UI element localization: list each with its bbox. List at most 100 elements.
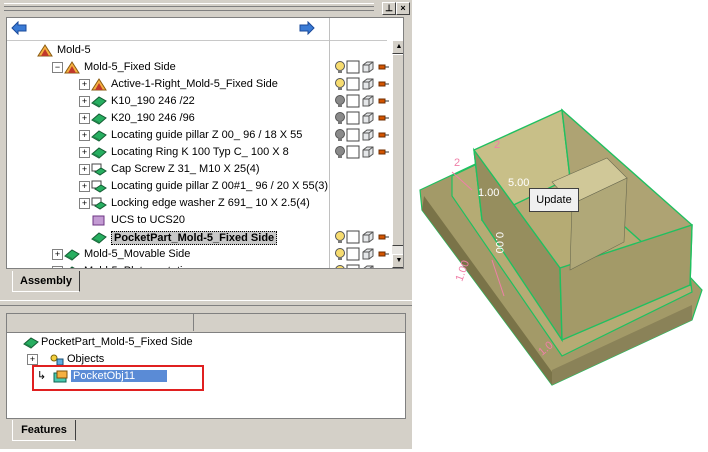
solid-box-icon[interactable] — [361, 247, 375, 261]
assembly-tree-item[interactable]: + K20_190 246 /96 — [7, 110, 389, 127]
visibility-bulb-icon[interactable] — [333, 264, 347, 269]
assembly-tree-label[interactable]: Locating Ring K 100 Typ C_ 100 X 8 — [111, 146, 289, 158]
assembly-tree-label[interactable]: Cap Screw Z 31_ M10 X 25(4) — [111, 163, 260, 175]
tree-vertical-scrollbar[interactable]: ▲ ▼ — [392, 40, 403, 268]
pin-icon[interactable] — [376, 264, 390, 269]
pin-icon[interactable] — [376, 111, 390, 125]
pin-button[interactable]: ⊥ — [382, 2, 396, 15]
expand-toggle-icon[interactable]: + — [52, 266, 63, 268]
pin-icon[interactable] — [376, 128, 390, 142]
visibility-bulb-icon[interactable] — [333, 111, 347, 125]
checkbox-icon[interactable] — [346, 77, 360, 91]
solid-box-icon[interactable] — [361, 128, 375, 142]
dimension-label: 2 — [454, 157, 460, 169]
3d-viewport[interactable]: 2 2 1.00 5.00 0.00 1.00 1.0 — [412, 0, 708, 449]
expand-toggle-icon[interactable]: + — [79, 198, 90, 209]
scroll-up-icon[interactable]: ▲ — [392, 40, 403, 54]
pane-splitter[interactable] — [0, 300, 412, 306]
assembly-tree-label[interactable]: Locating guide pillar Z 00_ 96 / 18 X 55 — [111, 129, 302, 141]
assembly-tree-label[interactable]: Mold-5 — [57, 44, 91, 56]
assembly-tree-item[interactable]: + Mold-5_Platen rotation — [7, 263, 390, 269]
assembly-tree-item[interactable]: PocketPart_Mold-5_Fixed Side — [7, 229, 389, 246]
assembly-tree-item[interactable]: + Locking edge washer Z 691_ 10 X 2.5(4) — [7, 195, 389, 212]
assembly-tree-panel[interactable]: Mold-5 − Mold-5_Fixed Side + Active-1-Right_… — [6, 17, 404, 269]
solid-box-icon[interactable] — [361, 111, 375, 125]
assembly-tree-item[interactable]: + Locating guide pillar Z 00#1_ 96 / 20 X… — [7, 178, 389, 195]
assembly-tree-item[interactable]: − Mold-5_Fixed Side — [7, 59, 389, 76]
expand-toggle-icon[interactable]: + — [79, 181, 90, 192]
visibility-bulb-icon[interactable] — [333, 128, 347, 142]
assembly-tree-label[interactable]: UCS to UCS20 — [111, 214, 185, 226]
checkbox-icon[interactable] — [346, 128, 360, 142]
assembly-tree-label[interactable]: K10_190 246 /22 — [111, 95, 195, 107]
visibility-bulb-icon[interactable] — [333, 247, 347, 261]
visibility-bulb-icon[interactable] — [333, 94, 347, 108]
expand-toggle-icon[interactable]: + — [52, 249, 63, 260]
assembly-tree-label[interactable]: PocketPart_Mold-5_Fixed Side — [111, 231, 278, 245]
update-tooltip[interactable]: Update — [529, 188, 579, 212]
features-tree-item[interactable]: PocketPart_Mold-5_Fixed Side — [7, 334, 405, 351]
pin-icon[interactable] — [376, 60, 390, 74]
expand-toggle-icon[interactable]: + — [79, 147, 90, 158]
checkbox-icon[interactable] — [346, 111, 360, 125]
assembly-tree-label[interactable]: Locating guide pillar Z 00#1_ 96 / 20 X … — [111, 180, 328, 192]
pin-icon[interactable] — [376, 247, 390, 261]
solid-box-icon[interactable] — [361, 264, 375, 269]
features-tree-label[interactable]: PocketPart_Mold-5_Fixed Side — [41, 336, 193, 348]
panel-titlebar[interactable]: ⊥ × — [0, 0, 412, 15]
back-arrow-icon[interactable] — [11, 21, 27, 35]
checkbox-icon[interactable] — [346, 94, 360, 108]
forward-arrow-icon[interactable] — [299, 21, 315, 35]
assembly-tree-item[interactable]: UCS to UCS20 — [7, 212, 389, 229]
highlight-box — [32, 365, 204, 391]
checkbox-icon[interactable] — [346, 145, 360, 159]
visibility-bulb-icon[interactable] — [333, 230, 347, 244]
assembly-tree-label[interactable]: Mold-5_Movable Side — [84, 248, 190, 260]
close-button[interactable]: × — [396, 2, 410, 15]
solid-box-icon[interactable] — [361, 77, 375, 91]
assembly-tree-item[interactable]: Mold-5 — [7, 42, 389, 59]
model-view[interactable]: 2 2 1.00 5.00 0.00 1.00 1.0 — [412, 0, 708, 449]
part-icon — [91, 112, 107, 125]
expand-toggle-icon[interactable]: − — [52, 62, 63, 73]
tab-features[interactable]: Features — [12, 420, 76, 441]
assembly-tree-label[interactable]: Active-1-Right_Mold-5_Fixed Side — [111, 78, 278, 90]
expand-toggle-icon[interactable]: + — [79, 164, 90, 175]
visibility-bulb-icon[interactable] — [333, 77, 347, 91]
assembly-tree-item[interactable]: + K10_190 246 /22 — [7, 93, 389, 110]
part-icon — [23, 336, 39, 349]
expand-toggle-icon[interactable]: + — [27, 354, 38, 365]
tab-assembly[interactable]: Assembly — [12, 271, 80, 292]
checkbox-icon[interactable] — [346, 264, 360, 269]
solid-box-icon[interactable] — [361, 60, 375, 74]
assembly-tree-item[interactable]: + Locating guide pillar Z 00_ 96 / 18 X 5… — [7, 127, 389, 144]
scroll-down-icon[interactable]: ▼ — [392, 254, 403, 268]
panel-grip[interactable] — [4, 3, 374, 11]
assembly-tree-label[interactable]: Mold-5_Fixed Side — [84, 61, 176, 73]
pin-icon[interactable] — [376, 145, 390, 159]
pin-icon[interactable] — [376, 94, 390, 108]
assembly-tree-item[interactable]: + Cap Screw Z 31_ M10 X 25(4) — [7, 161, 389, 178]
assembly-tree-label[interactable]: K20_190 246 /96 — [111, 112, 195, 124]
expand-toggle-icon[interactable]: + — [79, 113, 90, 124]
solid-box-icon[interactable] — [361, 230, 375, 244]
pin-icon[interactable] — [376, 77, 390, 91]
pin-icon[interactable] — [376, 230, 390, 244]
visibility-bulb-icon[interactable] — [333, 145, 347, 159]
solid-box-icon[interactable] — [361, 145, 375, 159]
solid-box-icon[interactable] — [361, 94, 375, 108]
checkbox-icon[interactable] — [346, 60, 360, 74]
expand-toggle-icon[interactable]: + — [79, 79, 90, 90]
visibility-bulb-icon[interactable] — [333, 60, 347, 74]
features-tree-label[interactable]: Objects — [67, 353, 104, 365]
checkbox-icon[interactable] — [346, 247, 360, 261]
expand-toggle-icon[interactable]: + — [79, 96, 90, 107]
scroll-thumb[interactable] — [392, 54, 403, 246]
checkbox-icon[interactable] — [346, 230, 360, 244]
assembly-tree-label[interactable]: Locking edge washer Z 691_ 10 X 2.5(4) — [111, 197, 310, 209]
assembly-tree-label[interactable]: Mold-5_Platen rotation — [84, 265, 195, 268]
assembly-tree-item[interactable]: + Mold-5_Movable Side — [7, 246, 389, 263]
assembly-tree-item[interactable]: + Active-1-Right_Mold-5_Fixed Side — [7, 76, 389, 93]
expand-toggle-icon[interactable]: + — [79, 130, 90, 141]
assembly-tree-item[interactable]: + Locating Ring K 100 Typ C_ 100 X 8 — [7, 144, 389, 161]
